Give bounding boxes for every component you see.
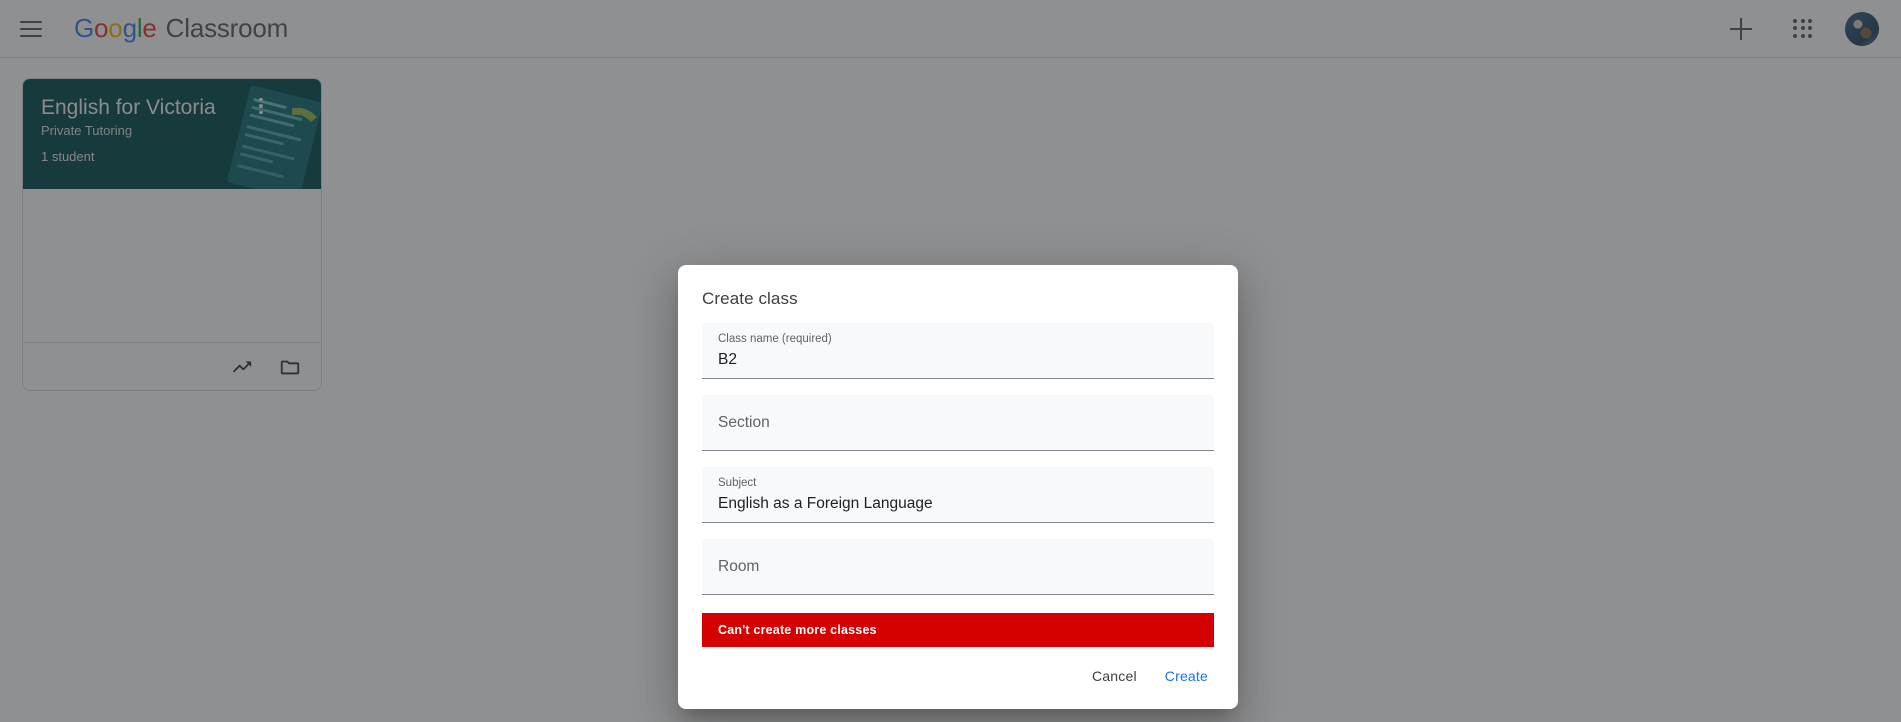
class-name-label: Class name (required) [718,333,832,345]
create-button[interactable]: Create [1155,659,1218,693]
cancel-button[interactable]: Cancel [1082,659,1147,693]
subject-field[interactable]: Subject English as a Foreign Language [702,467,1214,523]
subject-label: Subject [718,477,757,489]
google-classroom-app: Google Classroom [0,0,1901,722]
dialog-fields: Class name (required) B2 Section Subject… [678,323,1238,611]
class-name-field[interactable]: Class name (required) B2 [702,323,1214,379]
room-field[interactable]: Room [702,539,1214,595]
section-field[interactable]: Section [702,395,1214,451]
section-placeholder: Section [718,413,770,431]
subject-value: English as a Foreign Language [718,495,933,512]
error-message: Can't create more classes [718,623,877,637]
create-class-dialog: Create class Class name (required) B2 Se… [678,265,1238,709]
room-placeholder: Room [718,557,760,575]
class-name-value: B2 [718,351,737,368]
error-banner: Can't create more classes [702,613,1214,647]
dialog-actions: Cancel Create [678,659,1238,709]
dialog-title: Create class [702,289,798,308]
